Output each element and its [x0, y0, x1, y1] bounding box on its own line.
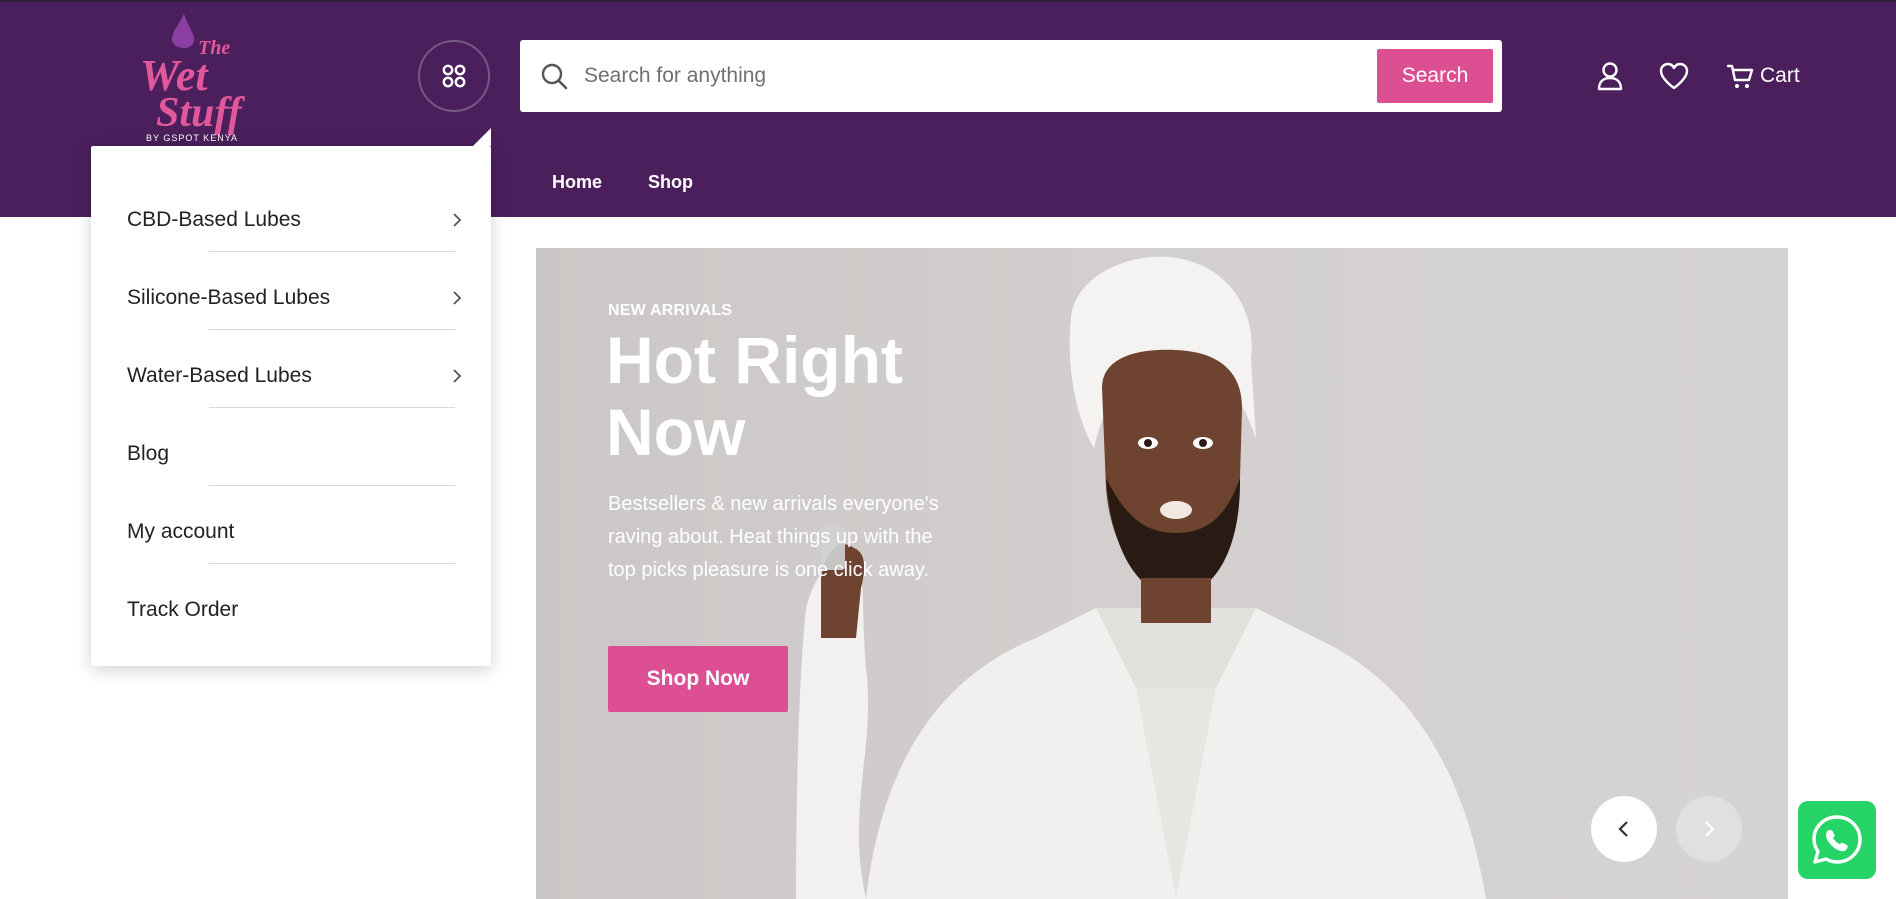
whatsapp-icon	[1812, 815, 1862, 864]
slider-next-button[interactable]	[1676, 796, 1742, 862]
cart-button[interactable]: Cart	[1726, 60, 1800, 92]
hero-subtitle: Bestsellers & new arrivals everyone's ra…	[608, 493, 939, 581]
chevron-left-icon	[1618, 821, 1628, 837]
whatsapp-chat-button[interactable]	[1798, 801, 1876, 879]
svg-text:BY GSPOT KENYA: BY GSPOT KENYA	[146, 133, 238, 142]
account-button[interactable]	[1594, 60, 1626, 92]
menu-item-label: CBD-Based Lubes	[127, 208, 301, 231]
search-bar: Search	[520, 40, 1502, 112]
nav-item-shop[interactable]: Shop	[648, 172, 693, 193]
cart-label: Cart	[1760, 64, 1800, 87]
slider-prev-button[interactable]	[1591, 796, 1657, 862]
grid-dots-icon	[442, 64, 466, 88]
menu-divider	[209, 251, 455, 252]
menu-divider	[209, 329, 455, 330]
menu-item-label: My account	[127, 520, 235, 543]
menu-divider	[209, 407, 455, 408]
category-dropdown: CBD-Based Lubes Silicone-Based Lubes Wat…	[91, 128, 491, 666]
menu-item-track-order[interactable]: Track Order	[127, 571, 463, 649]
chevron-right-icon	[453, 291, 462, 305]
logo-mark-icon: The Wet Stuff BY GSPOT KENYA	[140, 14, 246, 143]
menu-item-label: Blog	[127, 442, 170, 465]
search-button[interactable]: Search	[1377, 49, 1493, 103]
wishlist-button[interactable]	[1658, 60, 1690, 92]
chevron-right-icon	[1705, 821, 1715, 837]
search-input[interactable]	[584, 54, 1284, 98]
menu-divider	[209, 563, 455, 564]
menu-item-label: Water-Based Lubes	[127, 364, 312, 387]
menu-item-my-account[interactable]: My account	[127, 493, 463, 571]
heart-icon	[1659, 62, 1689, 90]
search-icon	[541, 63, 568, 90]
menu-item-blog[interactable]: Blog	[127, 415, 463, 493]
user-icon	[1597, 62, 1623, 91]
svg-text:Stuff: Stuff	[156, 90, 246, 136]
menu-item-silicone-lubes[interactable]: Silicone-Based Lubes	[127, 259, 463, 337]
cart-icon	[1726, 64, 1754, 88]
menu-item-label: Silicone-Based Lubes	[127, 286, 331, 309]
category-menu-toggle[interactable]	[418, 40, 490, 112]
chevron-right-icon	[453, 213, 462, 227]
menu-item-label: Track Order	[127, 598, 239, 621]
menu-item-water-lubes[interactable]: Water-Based Lubes	[127, 337, 463, 415]
chevron-right-icon	[453, 369, 462, 383]
dropdown-notch	[473, 128, 491, 146]
nav-item-home[interactable]: Home	[552, 172, 602, 193]
hero-title: Hot Right Now	[606, 323, 903, 469]
menu-divider	[209, 485, 455, 486]
hero-tag: NEW ARRIVALS	[608, 302, 733, 319]
hero-banner: NEW ARRIVALS Hot Right Now Bestsellers &…	[536, 248, 1788, 899]
menu-item-cbd-lubes[interactable]: CBD-Based Lubes	[127, 181, 463, 259]
main-nav: Home Shop	[552, 172, 693, 193]
site-logo[interactable]: The Wet Stuff BY GSPOT KENYA	[128, 8, 278, 143]
shop-now-button[interactable]: Shop Now	[608, 646, 788, 712]
